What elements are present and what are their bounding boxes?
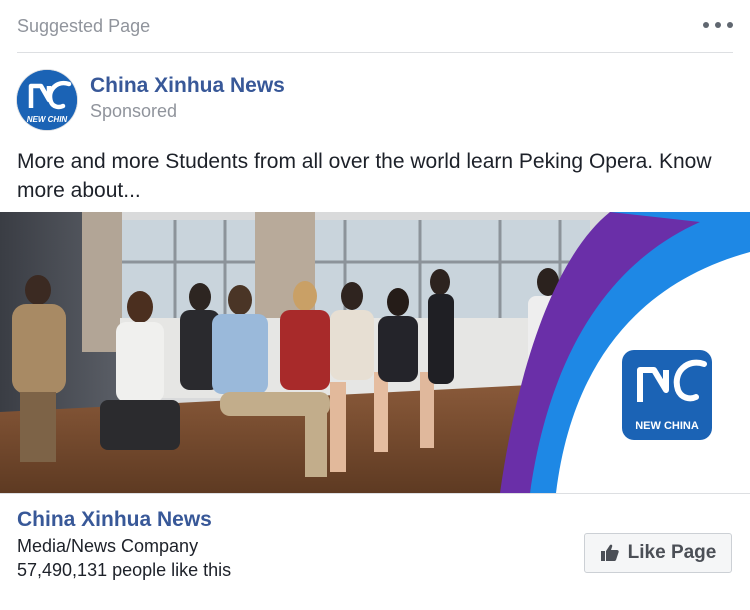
like-page-button[interactable]: Like Page	[584, 533, 732, 573]
sponsored-label[interactable]: Sponsored	[90, 101, 177, 122]
more-horizontal-icon	[703, 22, 709, 28]
feed-unit-header: Suggested Page	[17, 0, 733, 53]
xinhua-logo-icon: NEW CHIN	[17, 70, 77, 130]
post-text: More and more Students from all over the…	[17, 150, 712, 202]
classroom-photo: NEW CHINA	[0, 212, 750, 493]
thumbs-up-icon	[600, 544, 619, 561]
page-like-count: 57,490,131 people like this	[17, 560, 232, 580]
logo-text: NEW CHINA	[635, 420, 699, 432]
suggested-page-title: Suggested Page	[17, 16, 151, 36]
page-avatar[interactable]: NEW CHIN	[17, 70, 77, 130]
footer-page-name-link[interactable]: China Xinhua News	[17, 508, 212, 532]
page-footer: China Xinhua News Media/News Company 57,…	[0, 493, 750, 610]
new-china-logo: NEW CHINA	[622, 350, 712, 440]
page-name-link[interactable]: China Xinhua News	[90, 74, 285, 98]
more-options-button[interactable]	[703, 14, 733, 36]
page-category: Media/News Company	[17, 536, 199, 556]
avatar-logo-text: NEW CHIN	[27, 115, 68, 124]
post-image[interactable]: NEW CHINA	[0, 212, 750, 493]
like-page-label: Like Page	[627, 542, 717, 563]
